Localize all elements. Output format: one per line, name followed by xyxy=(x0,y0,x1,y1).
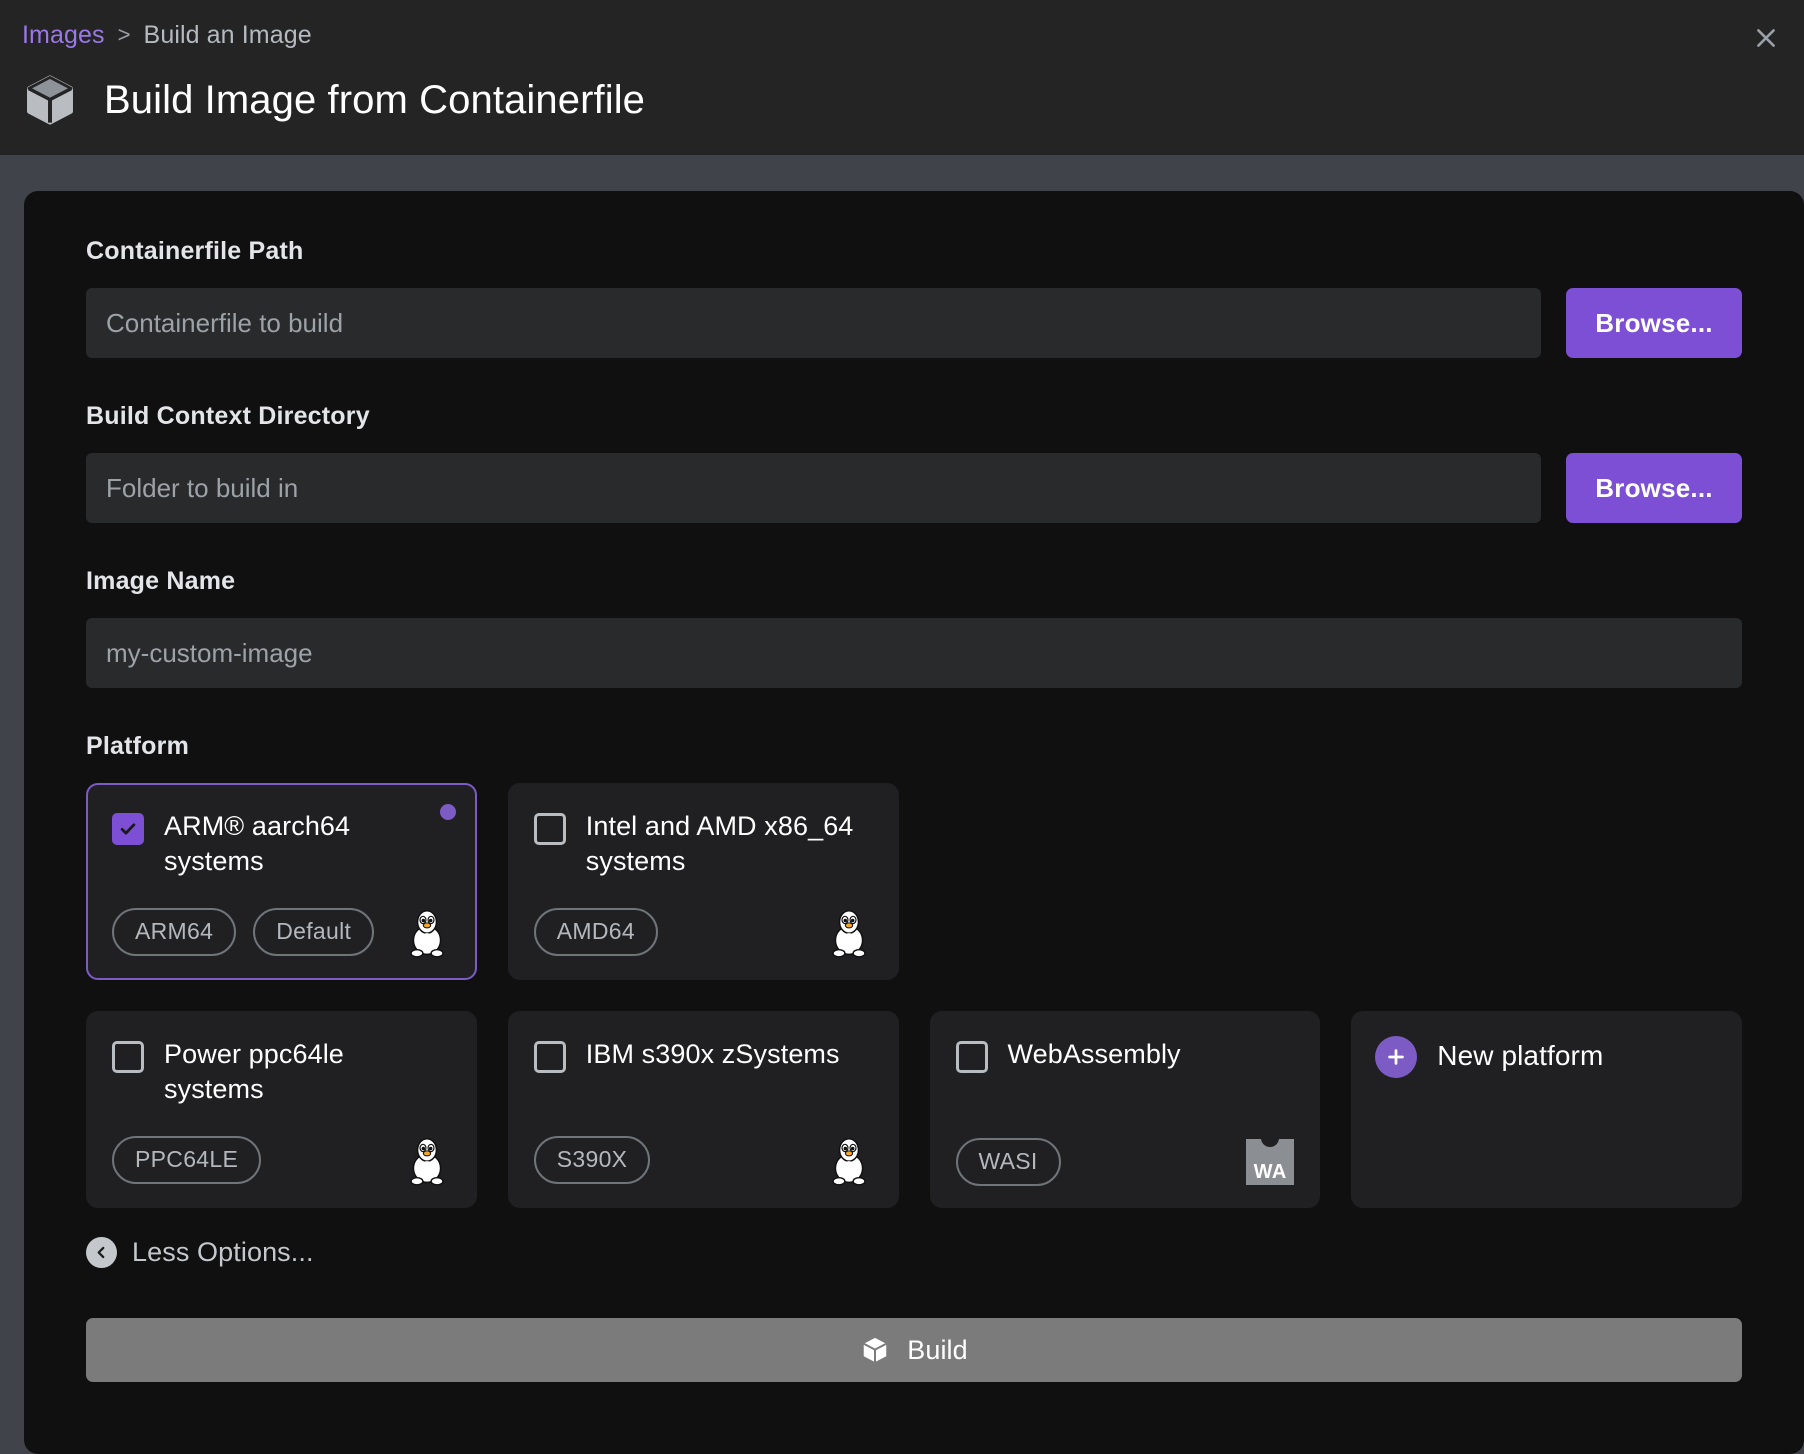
tux-icon xyxy=(403,906,451,958)
containerfile-path-label: Containerfile Path xyxy=(86,237,1742,266)
platform-badge: WASI xyxy=(956,1138,1061,1186)
platform-grid-spacer xyxy=(930,783,1321,980)
plus-icon xyxy=(1375,1036,1417,1078)
image-name-label: Image Name xyxy=(86,567,1742,596)
build-button-label: Build xyxy=(907,1335,968,1366)
cube-icon xyxy=(860,1335,890,1365)
platform-badge: ARM64 xyxy=(112,908,236,956)
platform-grid: ARM® aarch64 systems ARM64 Default xyxy=(86,783,1742,1208)
breadcrumb-current-build-an-image: Build an Image xyxy=(144,21,312,50)
platform-grid-spacer xyxy=(1351,783,1742,980)
platform-checkbox-wasi[interactable] xyxy=(956,1041,988,1073)
platform-card-ppc64le[interactable]: Power ppc64le systems PPC64LE xyxy=(86,1011,477,1208)
platform-card-s390x[interactable]: IBM s390x zSystems S390X xyxy=(508,1011,899,1208)
wasm-icon-label: WA xyxy=(1254,1162,1287,1182)
selected-indicator-dot xyxy=(440,804,456,820)
tux-icon xyxy=(403,1134,451,1186)
breadcrumb: Images > Build an Image xyxy=(22,18,1776,52)
build-context-browse-button[interactable]: Browse... xyxy=(1566,453,1742,523)
new-platform-button[interactable]: New platform xyxy=(1351,1011,1742,1208)
tux-icon xyxy=(825,1134,873,1186)
platform-card-amd64[interactable]: Intel and AMD x86_64 systems AMD64 xyxy=(508,783,899,980)
less-options-label: Less Options... xyxy=(132,1237,314,1268)
platform-card-wasi[interactable]: WebAssembly WASI WA xyxy=(930,1011,1321,1208)
image-name-input[interactable] xyxy=(86,618,1742,688)
platform-label: Platform xyxy=(86,732,1742,761)
wasm-icon: WA xyxy=(1246,1139,1294,1185)
build-context-input[interactable] xyxy=(86,453,1541,523)
containerfile-browse-button[interactable]: Browse... xyxy=(1566,288,1742,358)
platform-badge: AMD64 xyxy=(534,908,658,956)
platform-card-title: WebAssembly xyxy=(1008,1037,1181,1072)
platform-card-arm64[interactable]: ARM® aarch64 systems ARM64 Default xyxy=(86,783,477,980)
page-title: Build Image from Containerfile xyxy=(104,80,645,120)
tux-icon xyxy=(825,906,873,958)
field-platform: Platform ARM® aarch64 systems AR xyxy=(86,732,1742,1208)
platform-card-title: IBM s390x zSystems xyxy=(586,1037,840,1072)
build-form-card: Containerfile Path Browse... Build Conte… xyxy=(24,191,1804,1454)
platform-checkbox-ppc64le[interactable] xyxy=(112,1041,144,1073)
field-containerfile-path: Containerfile Path Browse... xyxy=(86,237,1742,358)
platform-badge: S390X xyxy=(534,1136,651,1184)
breadcrumb-link-images[interactable]: Images xyxy=(22,21,105,50)
platform-badge: PPC64LE xyxy=(112,1136,261,1184)
build-button[interactable]: Build xyxy=(86,1318,1742,1382)
dialog-body: Containerfile Path Browse... Build Conte… xyxy=(0,155,1804,1454)
less-options-toggle[interactable]: Less Options... xyxy=(86,1237,1742,1268)
build-context-label: Build Context Directory xyxy=(86,402,1742,431)
platform-checkbox-amd64[interactable] xyxy=(534,813,566,845)
platform-checkbox-arm64[interactable] xyxy=(112,813,144,845)
dialog-titlebar: Images > Build an Image Build Image from… xyxy=(0,0,1804,155)
close-icon[interactable] xyxy=(1744,16,1788,60)
platform-card-title: Intel and AMD x86_64 systems xyxy=(586,809,873,878)
field-image-name: Image Name xyxy=(86,567,1742,688)
page-title-row: Build Image from Containerfile xyxy=(22,72,1776,128)
cube-icon xyxy=(22,72,78,128)
field-build-context-directory: Build Context Directory Browse... xyxy=(86,402,1742,523)
platform-badge-default: Default xyxy=(253,908,374,956)
containerfile-path-input[interactable] xyxy=(86,288,1541,358)
platform-card-title: Power ppc64le systems xyxy=(164,1037,451,1106)
breadcrumb-separator-icon: > xyxy=(118,22,131,48)
chevron-left-icon xyxy=(86,1237,117,1268)
platform-card-title: ARM® aarch64 systems xyxy=(164,809,451,878)
new-platform-label: New platform xyxy=(1437,1035,1603,1077)
platform-checkbox-s390x[interactable] xyxy=(534,1041,566,1073)
